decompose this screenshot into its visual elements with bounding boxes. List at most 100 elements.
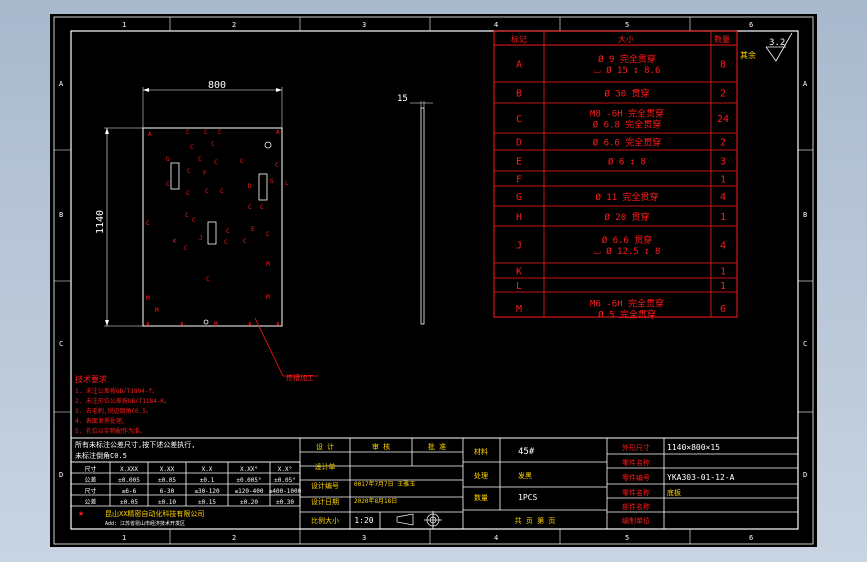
zone-letter-right: C xyxy=(803,340,807,348)
tech-note-line: 3. 去毛刺,锐边倒角C0.5。 xyxy=(75,407,152,415)
hole-mark: L xyxy=(285,180,289,187)
tolerance-col-header: X.XX° xyxy=(240,466,258,473)
tolerance-cell: ≤30-120 xyxy=(194,488,220,495)
finish-value: 发黑 xyxy=(518,471,532,480)
hole-mark: C xyxy=(186,129,190,136)
hole-mark: F xyxy=(203,170,207,177)
hole-size-cell: M8 -6H 完全贯穿 xyxy=(590,108,664,120)
design-header: 设 计 xyxy=(316,442,334,451)
finish-label: 处理 xyxy=(474,471,488,480)
height-dim-text: 1140 xyxy=(95,210,106,234)
qty-value: 1PCS xyxy=(518,493,537,502)
hole-mark: C xyxy=(211,141,215,148)
hole-mark: C xyxy=(240,158,244,165)
tolerance-cell: ±0.30 xyxy=(276,499,294,506)
zone-letter-right: B xyxy=(803,211,807,219)
cad-drawing-viewport[interactable]: 112233445566A AB BC CD D 800 1140 A C C C AC CG C C… xyxy=(0,0,867,562)
drawing-no-value: YKA303-01-12-A xyxy=(667,473,735,482)
design-date-label: 设计日期 xyxy=(311,497,339,506)
hole-mark: C xyxy=(206,276,210,283)
hole-mark: M xyxy=(146,295,150,302)
design-date: 2020年8月18日 xyxy=(354,497,397,505)
zone-letter-left: B xyxy=(59,211,63,219)
thickness-dim-text: 15 xyxy=(397,94,408,104)
leader-label: 挖槽加工 xyxy=(286,373,314,382)
part-size-value: 1140×800×15 xyxy=(667,443,720,452)
tolerance-cell: ±0.15 xyxy=(198,499,216,506)
hole-qty-cell: 2 xyxy=(720,89,726,100)
hole-mark: E xyxy=(251,226,255,233)
hole-mark: G xyxy=(166,156,170,163)
hole-size-cell: ⌴ Ø 15 ↧ 8.6 xyxy=(594,65,661,76)
zone-number-bottom: 6 xyxy=(749,534,753,542)
hole-mark: C xyxy=(185,212,189,219)
hole-mark-cell: D xyxy=(516,138,522,149)
company-label: 编制单位 xyxy=(622,516,650,525)
hole-size-cell: Ø 6.8 完全贯穿 xyxy=(593,119,662,131)
hole-mark-cell: F xyxy=(516,175,522,186)
hole-mark: C xyxy=(146,220,150,227)
hole-mark: C xyxy=(192,217,196,224)
designer-label: 设计单 xyxy=(315,462,336,471)
tolerance-cell: ≤400-1000 xyxy=(269,488,302,495)
hole-mark: A xyxy=(276,321,280,328)
tolerance-col-header: X.XXX xyxy=(120,466,138,473)
hole-qty-cell: 8 xyxy=(720,60,726,71)
tech-note-line: 4. 表面发黑处理。 xyxy=(75,417,128,425)
tolerance-cell: ±0.005° xyxy=(236,477,261,484)
hole-mark: C xyxy=(218,129,222,136)
hole-mark: A xyxy=(180,321,184,328)
hole-qty-cell: 1 xyxy=(720,267,726,278)
hole-size-cell: Ø 6 ↧ 8 xyxy=(608,157,646,168)
hole-size-cell: Ø 30 贯穿 xyxy=(604,88,649,100)
hole-mark: C xyxy=(198,156,202,163)
hole-qty-cell: 3 xyxy=(720,157,726,168)
tech-notes-title: 技术要求 xyxy=(75,374,107,384)
zone-number-top: 2 xyxy=(232,21,236,29)
hole-mark-cell: L xyxy=(516,281,522,292)
hole-mark-cell: A xyxy=(516,60,522,71)
hole-size-cell: Ø 5 完全贯穿 xyxy=(598,309,656,321)
hole-qty-cell: 1 xyxy=(720,175,726,186)
hole-mark-cell: G xyxy=(516,192,522,203)
zone-number-bottom: 3 xyxy=(362,534,366,542)
hole-table-header: 数量 xyxy=(714,34,730,44)
hole-mark: A xyxy=(276,129,280,136)
hole-mark: C xyxy=(186,190,190,197)
qty-label: 数量 xyxy=(474,493,488,502)
zone-letter-left: D xyxy=(59,471,63,479)
zone-number-bottom: 4 xyxy=(494,534,498,542)
tolerance-cell: ±0.005 xyxy=(118,477,140,484)
hole-mark: M xyxy=(266,261,270,268)
zone-number-bottom: 5 xyxy=(625,534,629,542)
tolerance-cell: ±0.10 xyxy=(158,499,176,506)
scale-label: 比例大小 xyxy=(311,516,339,525)
hole-mark: M xyxy=(155,307,159,314)
tolerance-cell: ±0.05 xyxy=(120,499,138,506)
part-name-label: 零件名称 xyxy=(622,458,650,467)
hole-size-cell: ⌴ Ø 12.5 ↧ 8 xyxy=(594,246,661,257)
hole-qty-cell: 4 xyxy=(720,241,726,252)
hole-mark-cell: E xyxy=(516,157,522,168)
part-size-label: 外形尺寸 xyxy=(622,443,650,452)
zone-letter-left: C xyxy=(59,340,63,348)
tolerance-cell: ≤120-400 xyxy=(235,488,264,495)
company-address: Add: 江苏省昆山市经济技术开发区 xyxy=(105,520,185,527)
hole-mark: C xyxy=(205,188,209,195)
hole-size-cell: Ø 6.6 完全贯穿 xyxy=(593,137,662,149)
tolerance-cell: ±0.1 xyxy=(200,477,215,484)
dept-label: 部件名称 xyxy=(622,502,650,511)
hole-mark: C xyxy=(204,129,208,136)
tolerance-cell: 公差 xyxy=(84,476,96,484)
roughness-label: 其余 xyxy=(740,50,756,60)
hole-mark-cell: J xyxy=(516,241,522,252)
hole-mark: A xyxy=(146,321,150,328)
hole-mark: C xyxy=(275,162,279,169)
tolerance-col-header: X.X xyxy=(202,466,213,473)
hole-table-header: 大小 xyxy=(618,34,634,44)
zone-number-top: 1 xyxy=(122,21,126,29)
width-dim-text: 800 xyxy=(208,80,226,91)
hole-mark-cell: B xyxy=(516,89,522,100)
hole-mark: C xyxy=(266,231,270,238)
hole-mark: G xyxy=(270,178,274,185)
